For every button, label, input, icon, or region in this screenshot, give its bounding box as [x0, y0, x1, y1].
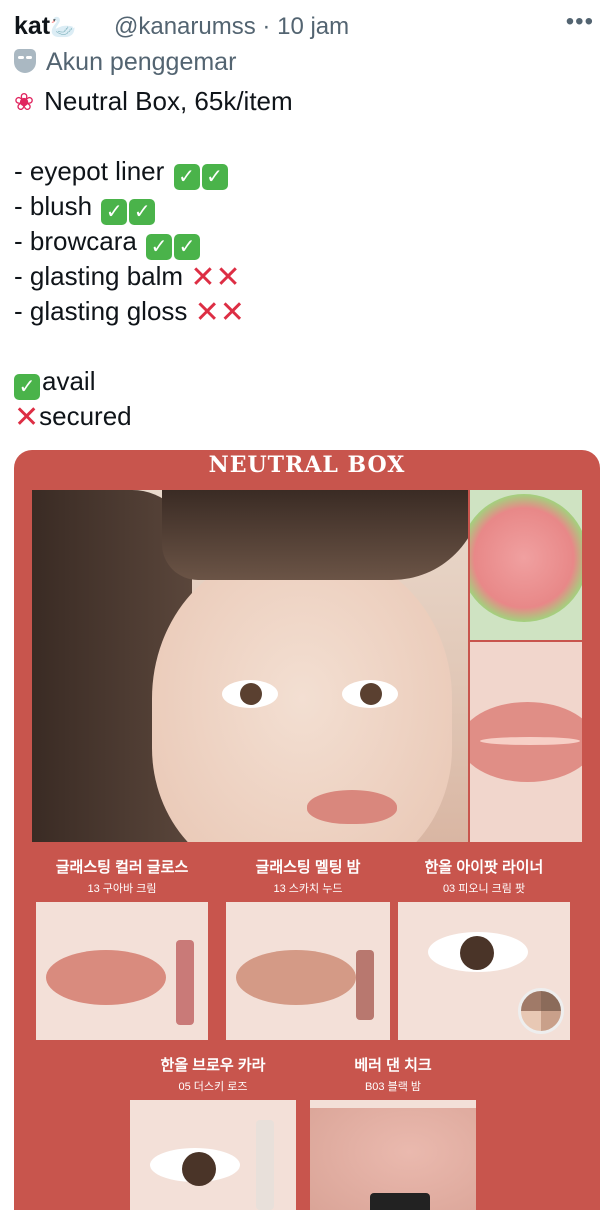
- tweet-line-item1: - eyepot liner ✓ ✓: [14, 154, 228, 190]
- cross-icon: ✕: [14, 401, 40, 434]
- guava-image: [470, 490, 582, 640]
- lips-closeup-image: [470, 642, 582, 842]
- mask-icon: [14, 49, 36, 73]
- tweet-line-item5: - glasting gloss ✕✕: [14, 296, 245, 329]
- tweet-line-item2: - blush ✓ ✓: [14, 189, 156, 225]
- check-icon: ✓: [14, 374, 40, 400]
- display-name[interactable]: kat🦢: [14, 12, 76, 41]
- tweet-line-title: ❀ Neutral Box, 65k/item: [14, 86, 293, 116]
- timestamp: 10 jam: [277, 13, 350, 40]
- check-icon: ✓: [173, 164, 200, 190]
- check-icon: ✓: [174, 234, 201, 260]
- tweet-header: kat🦢 @kanarumss · 10 jam •••: [14, 8, 604, 46]
- fan-account-label: Akun penggemar: [14, 48, 236, 77]
- more-options-icon[interactable]: •••: [566, 8, 594, 36]
- cross-icon: ✕✕: [194, 296, 245, 329]
- legend-avail: ✓ avail: [14, 364, 95, 400]
- product-card: 한올 아이팟 라이너 03 피오니 크림 팟: [398, 850, 570, 1040]
- legend-secured: ✕secured: [14, 401, 132, 434]
- check-icon: ✓: [101, 199, 128, 225]
- product-card: 한올 브로우 카라 05 더스키 로즈: [130, 1048, 296, 1210]
- tweet-line-item3: - browcara ✓ ✓: [14, 224, 201, 260]
- check-icon: ✓: [201, 164, 228, 190]
- tweet-line-item4: - glasting balm ✕✕: [14, 261, 241, 294]
- product-card: 글래스팅 컬러 글로스 13 구아바 크림: [36, 850, 208, 1040]
- model-photo: [32, 490, 468, 842]
- product-card: 글래스팅 멜팅 밤 13 스카치 누드: [226, 850, 390, 1040]
- check-icon: ✓: [129, 199, 156, 225]
- cross-icon: ✕✕: [190, 261, 241, 294]
- swan-emoji-icon: 🦢: [50, 16, 77, 39]
- tweet-media-image[interactable]: NEUTRAL BOX 글래스팅 컬러 글로스 13 구아바 크림 글래스팅 멜팅…: [14, 450, 600, 1210]
- handle-and-time[interactable]: @kanarumss · 10 jam: [114, 13, 349, 41]
- media-title: NEUTRAL BOX: [208, 452, 406, 478]
- tulip-icon: ❀: [14, 89, 35, 116]
- check-icon: ✓: [146, 234, 173, 260]
- product-card: 베러 댄 치크 B03 블랙 밤: [310, 1048, 476, 1210]
